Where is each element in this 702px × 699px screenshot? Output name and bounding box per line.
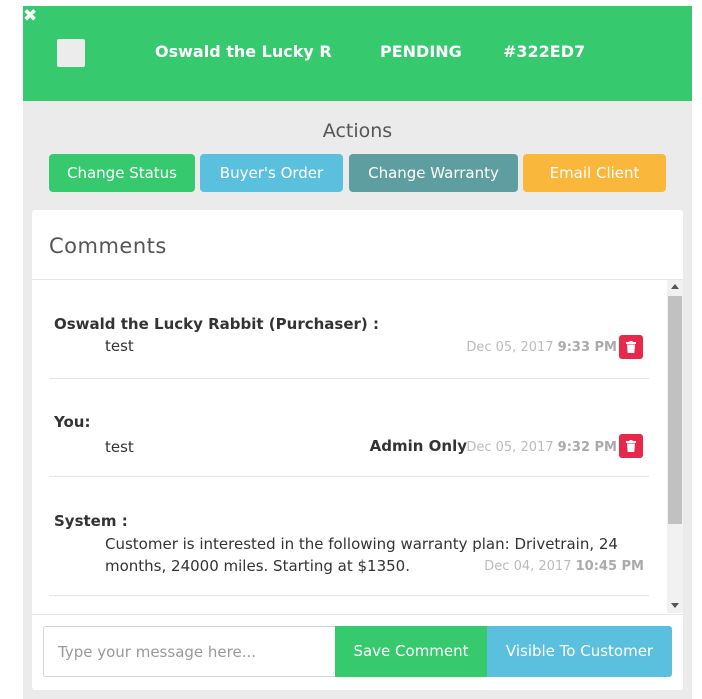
comment-timestamp: Dec 05, 2017 9:33 PM <box>466 340 617 355</box>
trash-icon <box>626 440 636 452</box>
comment-date: Dec 05, 2017 <box>466 440 554 455</box>
trash-icon <box>626 341 636 353</box>
status-badge: PENDING <box>380 42 462 61</box>
order-id: #322ED7 <box>503 42 586 61</box>
comment-time: 10:45 PM <box>575 559 644 574</box>
scroll-up-arrow-icon[interactable] <box>671 284 679 289</box>
comment-time: 9:33 PM <box>557 340 617 355</box>
comment-author: System : <box>54 512 128 530</box>
comment-message: months, 24000 miles. Starting at $1350. <box>105 557 410 575</box>
message-input[interactable] <box>43 626 335 677</box>
comments-card: Comments Oswald the Lucky Rabbit (Purcha… <box>32 210 683 690</box>
customer-name: Oswald the Lucky R <box>155 42 332 61</box>
comment-author: You: <box>54 413 91 431</box>
select-checkbox[interactable] <box>57 39 85 67</box>
scrollbar-thumb[interactable] <box>668 296 682 524</box>
comment-time: 9:32 PM <box>557 440 617 455</box>
comment-date: Dec 05, 2017 <box>466 340 554 355</box>
divider <box>32 614 683 615</box>
comments-scrollbar[interactable] <box>667 280 683 613</box>
comment-date: Dec 04, 2017 <box>484 559 572 574</box>
close-icon[interactable]: ✖ <box>23 6 692 26</box>
delete-comment-button[interactable] <box>619 434 643 458</box>
change-status-button[interactable]: Change Status <box>49 154 195 192</box>
actions-title: Actions <box>322 120 393 142</box>
comment-message: Customer is interested in the following … <box>105 535 618 553</box>
visible-to-customer-button[interactable]: Visible To Customer <box>487 626 672 677</box>
comment-author: Oswald the Lucky Rabbit (Purchaser) : <box>54 315 379 333</box>
scroll-down-arrow-icon[interactable] <box>671 603 679 608</box>
buyers-order-button[interactable]: Buyer's Order <box>200 154 343 192</box>
email-client-button[interactable]: Email Client <box>523 154 666 192</box>
order-header: Oswald the Lucky R PENDING #322ED7 ✖ <box>23 6 692 101</box>
comment-timestamp: Dec 04, 2017 10:45 PM <box>484 559 644 574</box>
comment-timestamp: Dec 05, 2017 9:32 PM <box>466 440 617 455</box>
comment-message: test <box>105 337 134 355</box>
order-panel: Oswald the Lucky R PENDING #322ED7 ✖ Act… <box>23 6 692 699</box>
save-comment-button[interactable]: Save Comment <box>335 626 487 677</box>
comment-item: Oswald the Lucky Rabbit (Purchaser) : te… <box>49 280 650 379</box>
visibility-label: Admin Only <box>369 437 467 455</box>
comments-list[interactable]: Oswald the Lucky Rabbit (Purchaser) : te… <box>32 280 683 613</box>
comment-item: You: test Admin Only Dec 05, 2017 9:32 P… <box>49 379 650 477</box>
comment-item: System : Customer is interested in the f… <box>49 477 650 596</box>
comment-message: test <box>105 438 134 456</box>
divider <box>49 595 649 596</box>
change-warranty-button[interactable]: Change Warranty <box>349 154 518 192</box>
comments-title: Comments <box>49 234 167 258</box>
delete-comment-button[interactable] <box>619 335 643 359</box>
